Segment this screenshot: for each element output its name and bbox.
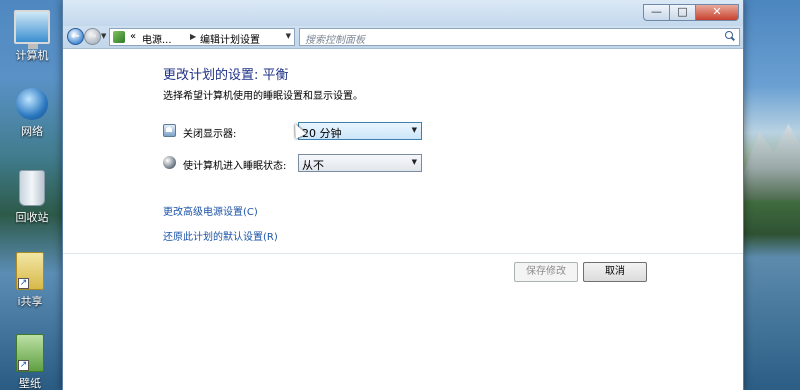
page-title: 更改计划的设置: 平衡 xyxy=(163,68,289,83)
divider xyxy=(63,253,743,254)
cancel-button[interactable]: 取消 xyxy=(583,262,647,282)
desktop-icon-label: 计算机 xyxy=(15,49,49,62)
display-icon xyxy=(163,124,176,137)
display-off-label: 关闭显示器: xyxy=(183,129,237,140)
restore-defaults-link[interactable]: 还原此计划的默认设置(R) xyxy=(163,228,278,243)
shortcut-arrow-icon: ↗ xyxy=(18,360,29,371)
chevron-down-icon: ▼ xyxy=(411,126,417,134)
breadcrumb-overflow[interactable]: « xyxy=(130,31,136,42)
breadcrumb-power[interactable]: 电源... xyxy=(142,31,172,46)
page-subtitle: 选择希望计算机使用的睡眠设置和显示设置。 xyxy=(163,91,363,102)
sleep-select[interactable]: 从不 ▼ xyxy=(298,154,422,172)
breadcrumb-separator-icon[interactable]: ▶ xyxy=(190,32,196,41)
navigation-bar: ← → ▼ « 电源... ▶ 编辑计划设置 ▼ ⟳ 搜索控制面板 xyxy=(63,26,743,48)
main-content: 更改计划的设置: 平衡 选择希望计算机使用的睡眠设置和显示设置。 关闭显示器: … xyxy=(63,48,743,390)
back-button[interactable]: ← xyxy=(67,28,84,45)
desktop-icon-computer[interactable]: 计算机 xyxy=(2,10,62,63)
desktop-icon-share[interactable]: ↗ i共享 xyxy=(0,252,60,309)
sleep-value: 从不 xyxy=(302,159,324,172)
desktop-icon-label: 壁纸 xyxy=(19,377,41,390)
display-off-value: 20 分钟 xyxy=(302,127,342,140)
desktop-icon-network[interactable]: 网络 xyxy=(2,88,62,139)
advanced-power-settings-link[interactable]: 更改高级电源设置(C) xyxy=(163,203,258,218)
shortcut-arrow-icon: ↗ xyxy=(18,278,29,289)
search-box[interactable]: 搜索控制面板 xyxy=(299,28,740,46)
close-button[interactable]: ✕ xyxy=(695,4,739,21)
desktop-icon-label: i共享 xyxy=(17,295,43,308)
recent-pages-dropdown[interactable]: ▼ xyxy=(101,32,106,40)
desktop-icon-label: 网络 xyxy=(21,125,43,138)
search-icon[interactable] xyxy=(725,31,735,41)
breadcrumb-edit-plan[interactable]: 编辑计划设置 xyxy=(200,31,260,46)
search-input[interactable]: 搜索控制面板 xyxy=(305,31,365,46)
desktop-icon-recycle-bin[interactable]: 回收站 xyxy=(2,170,62,225)
display-off-select[interactable]: 20 分钟 ▼ xyxy=(298,122,422,140)
sleep-icon xyxy=(163,156,176,169)
recycle-bin-icon xyxy=(19,170,45,206)
folder-icon: ↗ xyxy=(16,334,44,372)
title-bar[interactable]: — □ ✕ xyxy=(63,0,743,26)
address-bar[interactable]: « 电源... ▶ 编辑计划设置 ▼ xyxy=(109,28,295,46)
minimize-button[interactable]: — xyxy=(643,4,669,21)
desktop-icon-label: 回收站 xyxy=(15,211,49,224)
maximize-button[interactable]: □ xyxy=(669,4,695,21)
network-icon xyxy=(16,88,48,120)
address-dropdown-icon[interactable]: ▼ xyxy=(286,32,291,40)
computer-icon xyxy=(14,10,50,49)
control-panel-window: — □ ✕ ← → ▼ « 电源... ▶ 编辑计划设置 ▼ ⟳ 搜索控制面板 … xyxy=(62,0,744,390)
folder-icon: ↗ xyxy=(16,252,44,290)
save-button[interactable]: 保存修改 xyxy=(514,262,578,282)
window-controls: — □ ✕ xyxy=(643,4,739,21)
control-panel-icon xyxy=(113,31,125,43)
desktop-icon-wallpaper[interactable]: ↗ 壁纸 xyxy=(0,334,60,390)
sleep-label: 使计算机进入睡眠状态: xyxy=(183,161,287,172)
chevron-down-icon: ▼ xyxy=(411,158,417,166)
forward-button[interactable]: → xyxy=(84,28,101,45)
